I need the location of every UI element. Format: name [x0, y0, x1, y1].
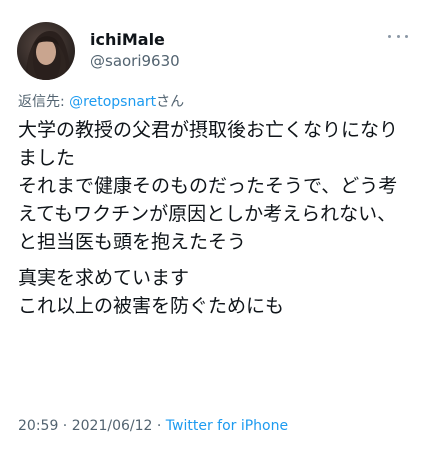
tweet-text: 大学の教授の父君が摂取後お亡くなりになりました それまで健康そのものだったそうで…: [18, 116, 413, 328]
separator: ·: [58, 418, 72, 434]
dot: [388, 34, 391, 38]
dot: [405, 34, 408, 38]
tweet-metadata: 20:59 · 2021/06/12 · Twitter for iPhone: [18, 418, 288, 434]
display-name[interactable]: ichiMale: [90, 30, 165, 49]
tweet-source-link[interactable]: Twitter for iPhone: [166, 418, 288, 434]
tweet-time-link[interactable]: 20:59: [18, 418, 58, 434]
tweet-card[interactable]: ichiMale @saori9630 返信先: @retopsnartさん 大…: [0, 0, 422, 451]
tweet-date-link[interactable]: 2021/06/12: [72, 418, 153, 434]
more-options-icon[interactable]: [388, 30, 408, 42]
user-handle[interactable]: @saori9630: [90, 52, 180, 70]
tweet-paragraph: 真実を求めています これ以上の被害を防ぐためにも: [18, 267, 285, 317]
avatar[interactable]: [17, 22, 75, 80]
dot: [396, 34, 400, 38]
separator: ·: [152, 418, 166, 434]
reply-prefix: 返信先:: [18, 94, 70, 110]
tweet-paragraph: 大学の教授の父君が摂取後お亡くなりになりました それまで健康そのものだったそうで…: [18, 119, 399, 253]
reply-mention-link[interactable]: @retopsnart: [69, 94, 156, 110]
avatar-photo-icon: [17, 22, 75, 80]
reply-suffix: さん: [156, 94, 185, 110]
reply-context: 返信先: @retopsnartさん: [18, 91, 184, 111]
